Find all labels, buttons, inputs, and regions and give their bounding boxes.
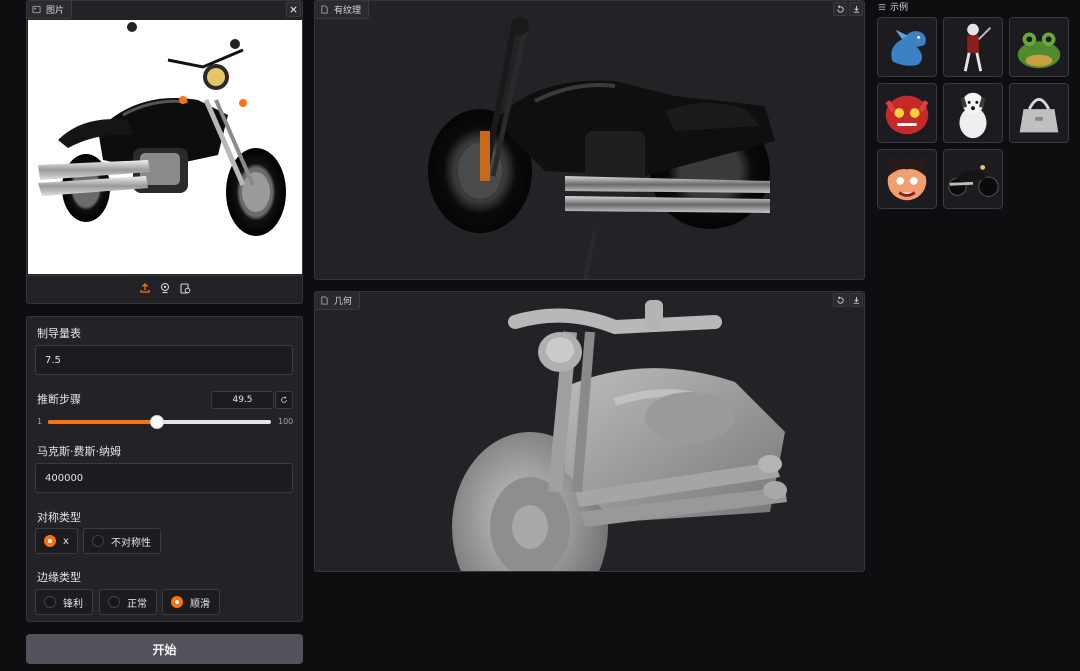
symmetry-type-label: 对称类型	[37, 511, 81, 524]
start-button[interactable]: 开始	[26, 634, 303, 664]
textured-panel-label: 有纹理	[334, 6, 362, 16]
examples-header: 示例	[878, 0, 908, 13]
file-icon	[321, 5, 328, 14]
radio-indicator	[108, 596, 120, 608]
input-motorcycle-image	[28, 20, 302, 274]
list-icon	[878, 3, 886, 10]
reset-icon	[281, 396, 287, 403]
symmetry-option-asymmetric-label: 不对称性	[111, 537, 151, 549]
max-faces-input[interactable]: 400000	[35, 463, 293, 493]
example-red-monster[interactable]	[877, 83, 937, 143]
radio-indicator	[44, 596, 56, 608]
settings-panel: 制导量表 7.5 推断步骤 49.5 1 100 马克斯·费斯·纳姆 40000…	[26, 316, 303, 622]
close-icon	[290, 6, 297, 13]
upload-icon[interactable]	[139, 282, 151, 297]
skeleton-thumbnail	[944, 18, 1002, 76]
edge-option-smooth[interactable]: 顺滑	[162, 589, 220, 615]
image-input-panel: 图片	[26, 0, 303, 304]
edge-type-label: 边缘类型	[37, 571, 81, 584]
max-faces-label: 马克斯·费斯·纳姆	[37, 445, 121, 458]
undo-icon	[836, 4, 844, 13]
geometry-model-panel: 几何	[314, 291, 865, 572]
symmetry-option-x[interactable]: x	[35, 528, 78, 554]
dog-thumbnail	[944, 84, 1002, 142]
geometry-motorcycle-render	[452, 300, 787, 571]
example-skeleton-warrior[interactable]	[943, 17, 1003, 77]
file-icon	[321, 296, 328, 305]
example-motorcycle[interactable]	[943, 149, 1003, 209]
handbag-thumbnail	[1010, 84, 1068, 142]
textured-panel-actions	[833, 2, 863, 16]
example-dog[interactable]	[943, 83, 1003, 143]
image-panel-tag: 图片	[27, 1, 73, 19]
guidance-scale-input[interactable]: 7.5	[35, 345, 293, 375]
cartoon-girl-thumbnail	[878, 150, 936, 208]
edge-option-normal-label: 正常	[127, 598, 147, 610]
steps-reset-button[interactable]	[275, 391, 293, 409]
radio-indicator	[92, 535, 104, 547]
steps-min-label: 1	[37, 417, 43, 426]
close-button[interactable]	[286, 2, 301, 17]
reset-view-button[interactable]	[833, 2, 847, 16]
geometry-panel-actions	[833, 293, 863, 307]
textured-motorcycle-render	[428, 17, 775, 279]
dragon-thumbnail	[878, 18, 936, 76]
textured-panel-tag: 有纹理	[315, 1, 370, 19]
upload-toolbar	[27, 275, 302, 303]
undo-icon	[836, 295, 844, 304]
geometry-panel-tag: 几何	[315, 292, 361, 310]
symmetry-option-x-label: x	[63, 535, 69, 547]
radio-selected-indicator	[171, 596, 183, 608]
clipboard-icon[interactable]	[179, 282, 191, 297]
symmetry-option-asymmetric[interactable]: 不对称性	[83, 528, 161, 554]
example-frog[interactable]	[1009, 17, 1069, 77]
textured-model-panel: 有纹理	[314, 0, 865, 280]
image-panel-label: 图片	[46, 6, 65, 16]
motorcycle-thumbnail	[944, 150, 1002, 208]
reset-view-button[interactable]	[833, 293, 847, 307]
examples-label: 示例	[890, 3, 909, 13]
steps-number-input[interactable]: 49.5	[211, 391, 274, 409]
download-icon	[853, 296, 859, 304]
radio-selected-indicator	[44, 535, 56, 547]
example-dragon[interactable]	[877, 17, 937, 77]
inference-steps-label: 推断步骤	[37, 393, 81, 406]
edge-option-smooth-label: 顺滑	[190, 598, 210, 610]
edge-option-sharp[interactable]: 锋利	[35, 589, 93, 615]
steps-slider-handle[interactable]	[150, 415, 165, 429]
steps-slider[interactable]	[48, 415, 271, 429]
motorcycle-photo	[38, 22, 286, 236]
guidance-scale-label: 制导量表	[37, 327, 81, 340]
example-handbag[interactable]	[1009, 83, 1069, 143]
steps-max-label: 100	[278, 417, 294, 426]
geometry-panel-label: 几何	[334, 297, 353, 307]
download-button[interactable]	[849, 293, 863, 307]
webcam-icon[interactable]	[159, 282, 171, 297]
frog-thumbnail	[1010, 18, 1068, 76]
edge-option-normal[interactable]: 正常	[99, 589, 157, 615]
download-icon	[853, 5, 859, 13]
image-icon	[32, 5, 41, 14]
steps-slider-fill	[48, 420, 158, 424]
example-cartoon-girl[interactable]	[877, 149, 937, 209]
red-monster-thumbnail	[878, 84, 936, 142]
download-button[interactable]	[849, 2, 863, 16]
edge-option-sharp-label: 锋利	[63, 598, 83, 610]
